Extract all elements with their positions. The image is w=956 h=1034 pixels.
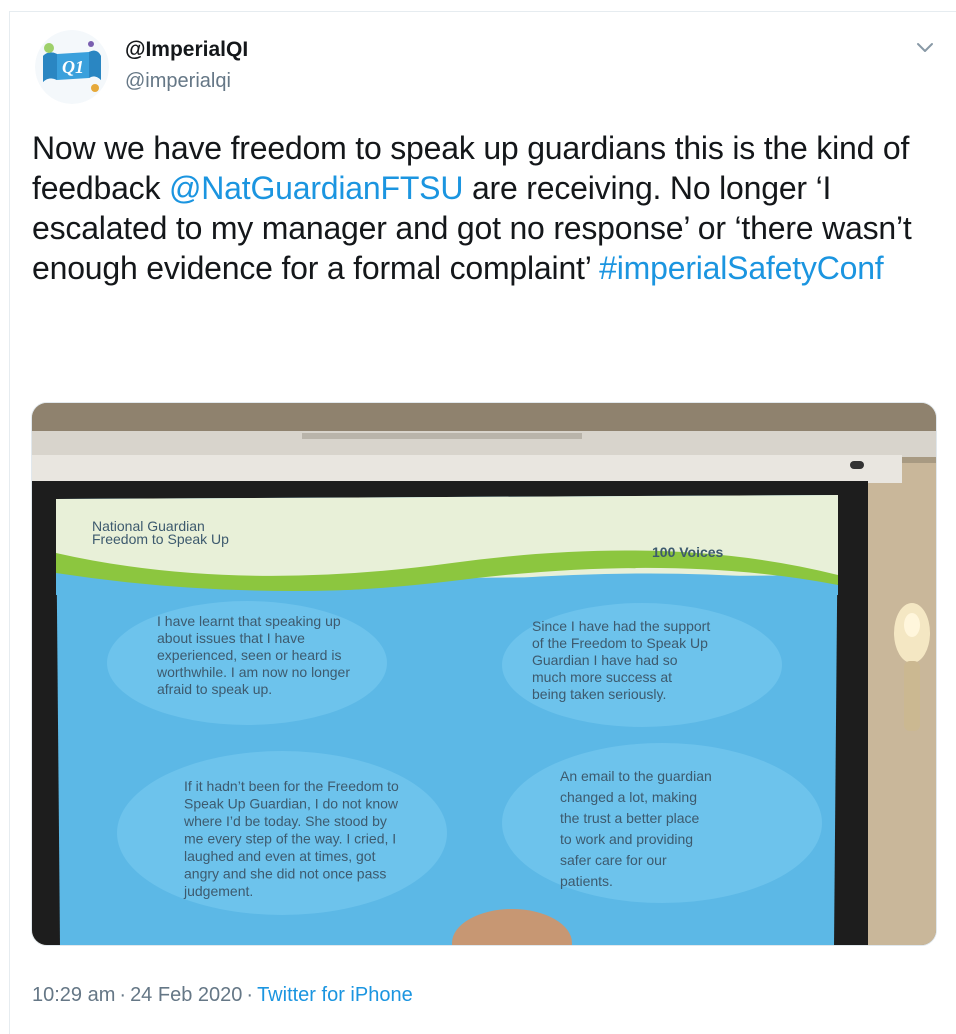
- hashtag-link[interactable]: #imperialSafetyConf: [599, 250, 884, 286]
- quote-2-line: Since I have had the support: [532, 618, 710, 634]
- tweet-text: Now we have freedom to speak up guardian…: [32, 128, 932, 288]
- quote-1-line: worthwhile. I am now no longer: [156, 664, 350, 680]
- tweet-meta: 10:29 am · 24 Feb 2020 · Twitter for iPhone: [32, 984, 413, 1007]
- more-options-button[interactable]: [914, 37, 936, 59]
- quote-2-line: much more success at: [532, 669, 672, 685]
- quote-1-line: afraid to speak up.: [157, 681, 272, 697]
- quote-4-line: An email to the guardian: [560, 768, 712, 784]
- quote-3-line: If it hadn’t been for the Freedom to: [184, 778, 399, 794]
- quote-3-line: where I’d be today. She stood by: [183, 813, 387, 829]
- quote-3-line: laughed and even at times, got: [184, 848, 376, 864]
- quote-bubble-3: If it hadn’t been for the Freedom to Spea…: [183, 778, 399, 899]
- quote-2-line: being taken seriously.: [532, 686, 666, 702]
- quote-1-line: I have learnt that speaking up: [157, 613, 341, 629]
- quote-3-line: Speak Up Guardian, I do not know: [184, 796, 399, 812]
- slide-title: 100 Voices: [652, 544, 724, 560]
- quote-3-line: me every step of the way. I cried, I: [184, 831, 396, 847]
- meta-separator-2: ·: [246, 984, 254, 1006]
- tweet-photo[interactable]: National Guardian Freedom to Speak Up 10…: [31, 402, 937, 946]
- quote-3-line: judgement.: [183, 883, 253, 899]
- presentation-photo: National Guardian Freedom to Speak Up 10…: [32, 403, 936, 945]
- quote-2-line: of the Freedom to Speak Up: [532, 635, 708, 651]
- quote-4-line: changed a lot, making: [560, 789, 697, 805]
- imperial-qi-logo-icon: Q1: [35, 30, 109, 104]
- user-handle[interactable]: @imperialqi: [125, 70, 231, 93]
- quote-1-line: experienced, seen or heard is: [157, 647, 341, 663]
- tweet-source-link[interactable]: Twitter for iPhone: [257, 984, 413, 1006]
- quote-4-line: to work and providing: [560, 831, 693, 847]
- quote-4-line: safer care for our: [560, 852, 667, 868]
- meta-separator: ·: [119, 984, 127, 1006]
- tweet-time[interactable]: 10:29 am: [32, 984, 115, 1006]
- avatar[interactable]: Q1: [35, 30, 109, 104]
- quote-2-line: Guardian I have had so: [532, 652, 678, 668]
- chevron-down-icon: [917, 43, 933, 52]
- avatar-logo-text: Q1: [62, 57, 84, 77]
- mention-link[interactable]: @NatGuardianFTSU: [169, 170, 463, 206]
- quote-1-line: about issues that I have: [157, 630, 305, 646]
- quote-3-line: angry and she did not once pass: [184, 866, 386, 882]
- tweet-date[interactable]: 24 Feb 2020: [130, 984, 242, 1006]
- slide-brand-line2: Freedom to Speak Up: [92, 531, 229, 547]
- display-name[interactable]: @ImperialQI: [125, 38, 248, 62]
- quote-4-line: the trust a better place: [560, 810, 700, 826]
- quote-4-line: patients.: [560, 873, 613, 889]
